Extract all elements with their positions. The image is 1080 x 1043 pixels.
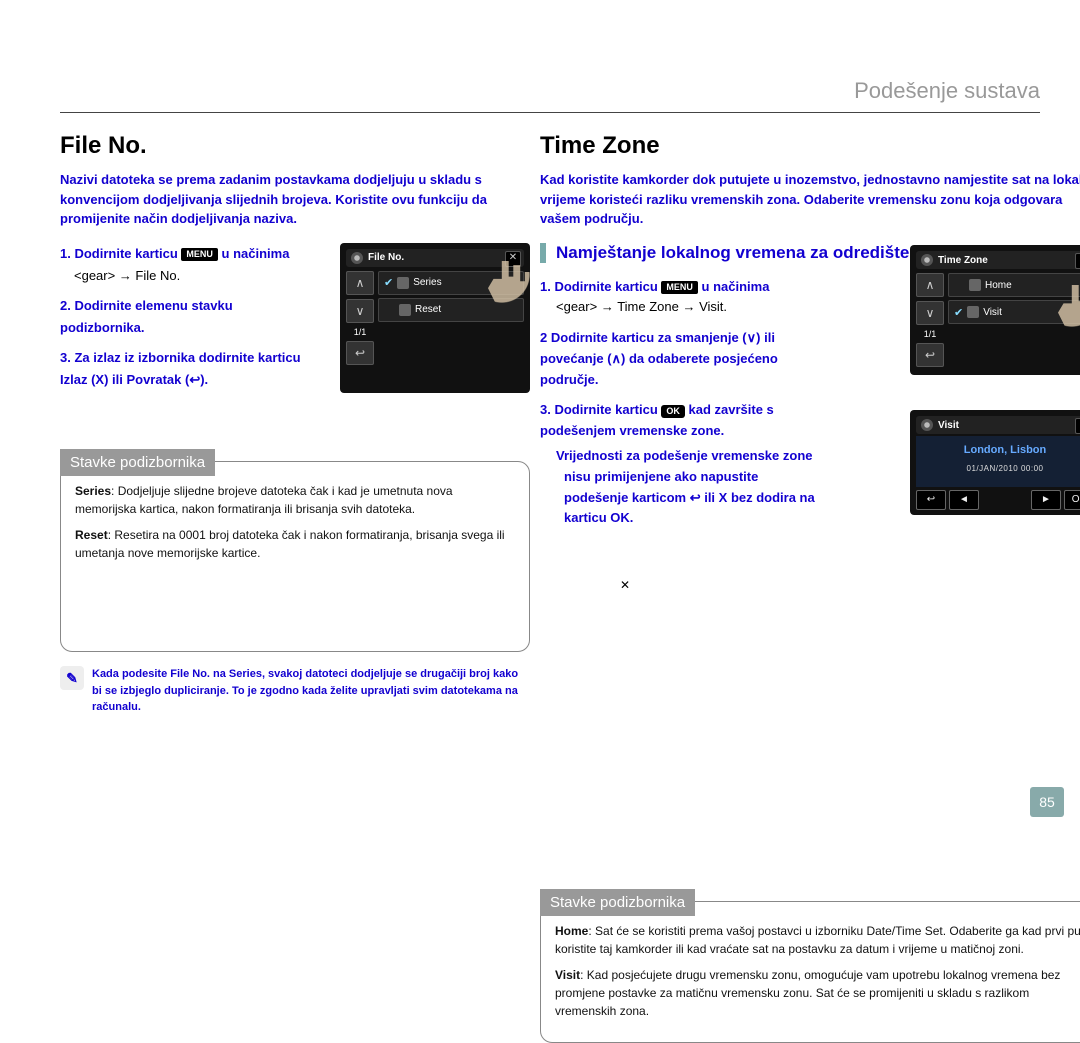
note-icon: ✎	[60, 666, 84, 690]
file-no-note: ✎ Kada podesite File No. na Series, svak…	[60, 666, 530, 716]
series-icon	[397, 277, 409, 289]
close-icon: ✕	[1075, 418, 1080, 434]
back-button[interactable]: ↩	[346, 341, 374, 365]
subitem-reset: Reset: Resetira na 0001 broj datoteka ča…	[75, 526, 515, 562]
screenshot-time-zone: Time Zone ✕ ∧ ∨ 1/1 ↩ Home ✔ Visit	[910, 245, 1080, 375]
visit-icon	[967, 306, 979, 318]
file-no-steps: 1. Dodirnite karticu MENU u načinima <ge…	[60, 243, 320, 400]
time-zone-steps: 1. Dodirnite karticu MENU u načinima <ge…	[540, 277, 820, 540]
checkmark-icon: ✔	[954, 306, 963, 319]
section-title-file-no: File No.	[60, 132, 530, 160]
page-number: 85	[1030, 787, 1064, 817]
screenshot-file-no: File No. ✕ ∧ ∨ 1/1 ↩ ✔ Series	[340, 243, 530, 393]
ok-pill: OK	[661, 405, 685, 418]
screenshot-title: Time Zone	[938, 255, 988, 266]
subitem-series: Series: Dodjeljuje slijedne brojeve dato…	[75, 482, 515, 518]
tz-step-1: 1. Dodirnite karticu MENU u načinima <ge…	[540, 277, 820, 319]
option-home[interactable]: Home	[948, 273, 1080, 297]
left-column: File No. Nazivi datoteka se prema zadani…	[60, 120, 530, 716]
page-count: 1/1	[346, 327, 374, 337]
section-title-time-zone: Time Zone	[540, 132, 1080, 160]
tz-step-3: 3. Dodirnite karticu OK kad završite s p…	[540, 400, 820, 529]
ok-button[interactable]: OK	[1064, 490, 1080, 510]
screenshot-title: Visit	[938, 420, 959, 431]
next-button[interactable]: ►	[1031, 490, 1061, 510]
back-button[interactable]: ↩	[916, 343, 944, 367]
prev-button[interactable]: ◄	[949, 490, 979, 510]
time-zone-intro: Kad koristite kamkorder dok putujete u i…	[540, 170, 1080, 229]
screenshot-visit: Visit ✕ London, Lisbon 01/JAN/2010 00:00…	[910, 410, 1080, 515]
gear-icon	[921, 254, 933, 266]
page-header: Podešenje sustava	[60, 78, 1040, 113]
up-button[interactable]: ∧	[916, 273, 944, 297]
subitems-box-time-zone: Home: Sat će se koristiti prema vašoj po…	[540, 901, 1080, 1043]
back-button[interactable]: ↩	[916, 490, 946, 510]
down-button[interactable]: ∨	[346, 299, 374, 323]
screenshot-title: File No.	[368, 252, 404, 263]
reset-icon	[399, 304, 411, 316]
subitem-visit: Visit: Kad posjećujete drugu vremensku z…	[555, 966, 1080, 1020]
page-count: 1/1	[916, 329, 944, 339]
step-3: 3. Za izlaz iz izbornika dodirnite karti…	[60, 347, 320, 391]
checkmark-icon: ✔	[384, 276, 393, 289]
gear-icon	[351, 252, 363, 264]
subitems-heading: Stavke podizbornika	[60, 449, 215, 476]
finger-tap-icon	[488, 261, 534, 307]
stray-glyph: ✕	[620, 578, 630, 592]
subitems-heading: Stavke podizbornika	[540, 889, 695, 916]
subitem-home: Home: Sat će se koristiti prema vašoj po…	[555, 922, 1080, 958]
clock-label: 01/JAN/2010 00:00	[967, 464, 1044, 473]
gear-icon	[921, 419, 933, 431]
down-button[interactable]: ∨	[916, 301, 944, 325]
subitems-box-file-no: Series: Dodjeljuje slijedne brojeve dato…	[60, 461, 530, 652]
home-icon	[969, 279, 981, 291]
tz-step-2: 2 Dodirnite karticu za smanjenje (∨) ili…	[540, 328, 820, 390]
tz-step-3-bullet: Vrijednosti za podešenje vremenske zone …	[564, 446, 820, 529]
close-icon: ✕	[1075, 253, 1080, 269]
file-no-intro: Nazivi datoteka se prema zadanim postavk…	[60, 170, 530, 229]
world-map: London, Lisbon 01/JAN/2010 00:00	[916, 436, 1080, 487]
city-label: London, Lisbon	[964, 444, 1046, 456]
menu-pill: MENU	[181, 248, 218, 261]
up-button[interactable]: ∧	[346, 271, 374, 295]
step-2: 2. Dodirnite elemenu stavku podizbornika…	[60, 295, 320, 339]
menu-pill: MENU	[661, 281, 698, 294]
step-1: 1. Dodirnite karticu MENU u načinima <ge…	[60, 243, 320, 287]
